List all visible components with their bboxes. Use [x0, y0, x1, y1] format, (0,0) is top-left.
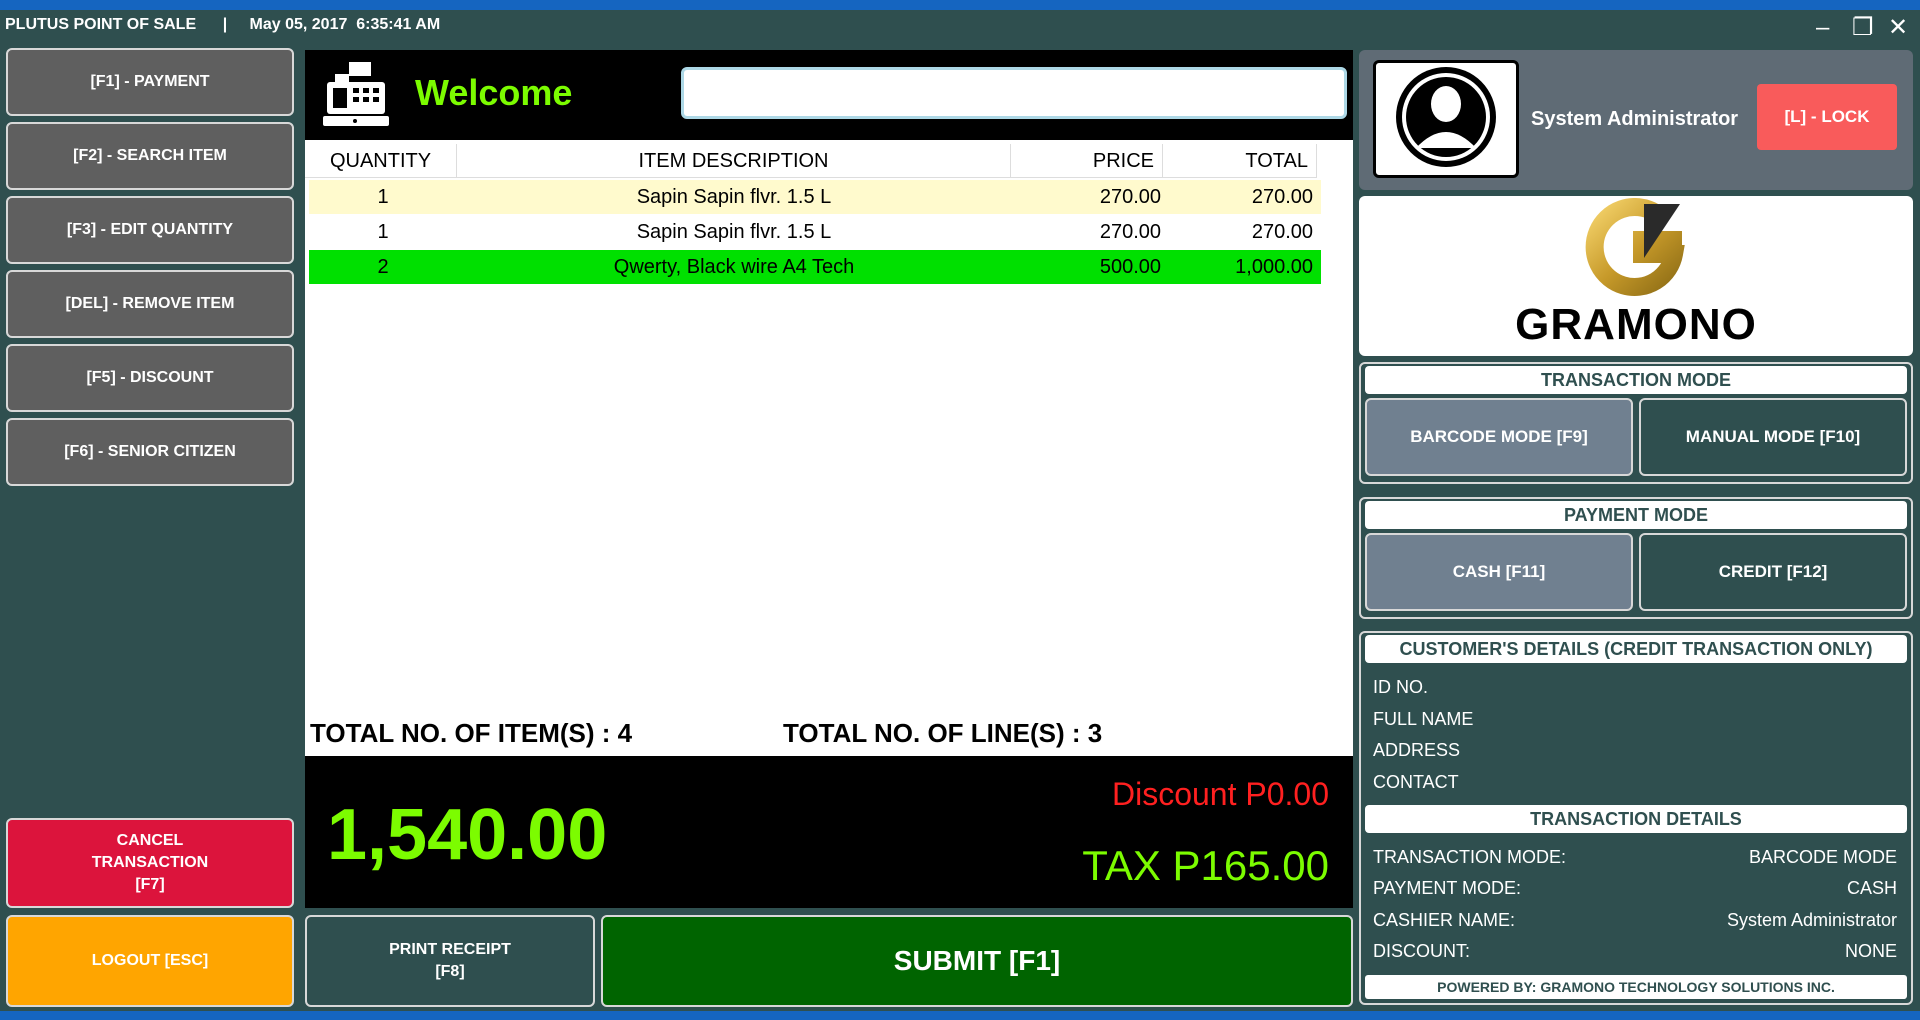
- col-quantity: QUANTITY: [305, 144, 457, 178]
- amount-panel: 1,540.00 Discount P0.00 TAX P165.00: [305, 756, 1353, 908]
- user-silhouette-icon: [1391, 62, 1501, 177]
- transaction-mode-title: TRANSACTION MODE: [1365, 366, 1907, 394]
- row-quantity: 1: [377, 221, 389, 243]
- cashier-name-value: System Administrator: [1726, 910, 1897, 930]
- address-label: ADDRESS: [1373, 740, 1461, 760]
- table-row[interactable]: 1 Sapin Sapin flvr. 1.5 L 270.00 270.00: [309, 180, 1321, 214]
- discount-value: NONE: [1844, 941, 1897, 961]
- row-description: Qwerty, Black wire A4 Tech: [613, 256, 855, 278]
- total-lines-count: TOTAL NO. OF LINE(S) : 3: [783, 718, 1103, 748]
- transaction-mode-label: TRANSACTION MODE:: [1373, 847, 1567, 867]
- row-quantity: 1: [377, 186, 389, 208]
- cashier-name-label: CASHIER NAME:: [1373, 910, 1516, 930]
- gramono-logo-icon: [1584, 198, 1692, 303]
- col-description: ITEM DESCRIPTION: [457, 144, 1011, 178]
- title-bar: PLUTUS POINT OF SALE | May 05, 2017 6:35…: [0, 10, 1920, 46]
- cash-register-icon: [319, 58, 391, 135]
- row-price: 270.00: [1099, 186, 1161, 208]
- credit-button[interactable]: CREDIT [F12]: [1639, 533, 1907, 611]
- table-row[interactable]: 1 Sapin Sapin flvr. 1.5 L 270.00 270.00: [309, 215, 1321, 249]
- remove-item-button[interactable]: [DEL] - REMOVE ITEM: [6, 270, 294, 338]
- cancel-label-line3: [F7]: [135, 876, 165, 893]
- row-description: Sapin Sapin flvr. 1.5 L: [636, 186, 832, 208]
- close-icon[interactable]: ✕: [1888, 16, 1908, 40]
- user-name: System Administrator: [1531, 108, 1739, 130]
- payment-mode-label: PAYMENT MODE:: [1373, 878, 1522, 898]
- window-bottom-border: [0, 1011, 1920, 1020]
- print-receipt-button[interactable]: PRINT RECEIPT [F8]: [305, 915, 595, 1007]
- print-label-line1: PRINT RECEIPT: [389, 941, 511, 958]
- senior-citizen-button[interactable]: [F6] - SENIOR CITIZEN: [6, 418, 294, 486]
- maximize-icon[interactable]: ❐: [1852, 16, 1874, 40]
- welcome-header: Welcome: [305, 50, 1353, 140]
- table-row-selected[interactable]: 2 Qwerty, Black wire A4 Tech 500.00 1,00…: [309, 250, 1321, 284]
- payment-button[interactable]: [F1] - PAYMENT: [6, 48, 294, 116]
- barcode-input[interactable]: [681, 67, 1347, 119]
- contact-label: CONTACT: [1373, 772, 1459, 792]
- discount-button[interactable]: [F5] - DISCOUNT: [6, 344, 294, 412]
- welcome-text: Welcome: [415, 72, 573, 113]
- window-top-border: [0, 0, 1920, 10]
- table-header: QUANTITY ITEM DESCRIPTION PRICE TOTAL: [305, 144, 1317, 178]
- row-price: 500.00: [1099, 256, 1161, 278]
- transaction-mode-panel: TRANSACTION MODE BARCODE MODE [F9] MANUA…: [1359, 362, 1913, 484]
- customer-details-title: CUSTOMER'S DETAILS (CREDIT TRANSACTION O…: [1365, 635, 1907, 663]
- id-label: ID NO.: [1373, 677, 1429, 697]
- app-title: PLUTUS POINT OF SALE | May 05, 2017 6:35…: [5, 16, 441, 33]
- details-panel: CUSTOMER'S DETAILS (CREDIT TRANSACTION O…: [1359, 631, 1913, 1005]
- powered-by-footer: POWERED BY: GRAMONO TECHNOLOGY SOLUTIONS…: [1365, 975, 1907, 999]
- col-price: PRICE: [1011, 144, 1163, 178]
- payment-mode-panel: PAYMENT MODE CASH [F11] CREDIT [F12]: [1359, 497, 1913, 619]
- cancel-label-line1: CANCEL: [116, 832, 184, 849]
- submit-button[interactable]: SUBMIT [F1]: [601, 915, 1353, 1007]
- transaction-details-title: TRANSACTION DETAILS: [1365, 805, 1907, 833]
- manual-mode-button[interactable]: MANUAL MODE [F10]: [1639, 398, 1907, 476]
- lock-button[interactable]: [L] - LOCK: [1757, 84, 1897, 150]
- minimize-icon[interactable]: –: [1816, 16, 1829, 40]
- grand-total: 1,540.00: [327, 795, 608, 875]
- payment-mode-title: PAYMENT MODE: [1365, 501, 1907, 529]
- row-description: Sapin Sapin flvr. 1.5 L: [636, 221, 832, 243]
- row-quantity: 2: [377, 256, 389, 278]
- col-total: TOTAL: [1163, 144, 1317, 178]
- payment-mode-value: CASH: [1846, 878, 1897, 898]
- edit-quantity-button[interactable]: [F3] - EDIT QUANTITY: [6, 196, 294, 264]
- transaction-mode-value: BARCODE MODE: [1748, 847, 1897, 867]
- print-label-line2: [F8]: [435, 963, 465, 980]
- total-items-count: TOTAL NO. OF ITEM(S) : 4: [310, 718, 633, 748]
- user-panel: System Administrator [L] - LOCK: [1359, 50, 1913, 190]
- row-total: 270.00: [1251, 186, 1313, 208]
- items-table: QUANTITY ITEM DESCRIPTION PRICE TOTAL 1 …: [305, 140, 1353, 756]
- cancel-transaction-button[interactable]: CANCEL TRANSACTION [F7]: [6, 818, 294, 908]
- cancel-label-line2: TRANSACTION: [91, 854, 209, 871]
- gramono-logo-text: GRAMONO: [1515, 300, 1757, 349]
- full-name-label: FULL NAME: [1373, 709, 1474, 729]
- row-total: 1,000.00: [1235, 256, 1313, 278]
- discount-label: DISCOUNT:: [1373, 941, 1471, 961]
- row-price: 270.00: [1099, 221, 1161, 243]
- cash-button[interactable]: CASH [F11]: [1365, 533, 1633, 611]
- logo-panel: GRAMONO: [1359, 196, 1913, 356]
- row-total: 270.00: [1251, 221, 1313, 243]
- tax-amount: TAX P165.00: [1082, 842, 1329, 889]
- logout-button[interactable]: LOGOUT [ESC]: [6, 915, 294, 1007]
- avatar: [1373, 60, 1519, 178]
- discount-amount: Discount P0.00: [1111, 776, 1329, 812]
- barcode-mode-button[interactable]: BARCODE MODE [F9]: [1365, 398, 1633, 476]
- search-item-button[interactable]: [F2] - SEARCH ITEM: [6, 122, 294, 190]
